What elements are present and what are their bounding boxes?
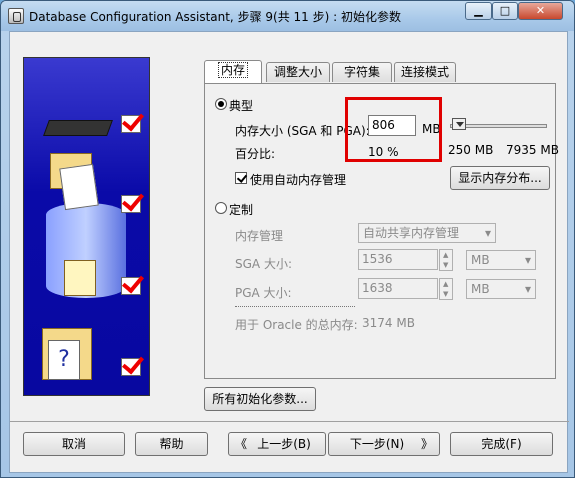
step-check-icon	[121, 358, 141, 376]
highlight-box	[345, 97, 442, 162]
sga-spinner[interactable]: ▲ ▼	[439, 249, 453, 271]
memory-management-select[interactable]: 自动共享内存管理	[358, 223, 496, 243]
auto-memory-label: 使用自动内存管理	[250, 173, 347, 187]
pga-size-label: PGA 大小:	[235, 286, 292, 300]
custom-radio[interactable]	[215, 202, 227, 214]
tab-connection-mode[interactable]: 连接模式	[394, 62, 456, 82]
title-bar[interactable]: Database Configuration Assistant, 步骤 9(共…	[1, 1, 574, 31]
chevron-left-icon: 《	[235, 437, 248, 451]
sga-size-input[interactable]: 1536	[358, 249, 438, 270]
memory-chip-icon	[43, 120, 113, 136]
tab-memory[interactable]: 内存	[204, 60, 262, 83]
chevron-right-icon: 》	[420, 437, 433, 451]
step-check-icon	[121, 195, 141, 213]
auto-memory-checkbox[interactable]	[235, 172, 247, 184]
typical-label: 典型	[229, 99, 254, 113]
cancel-button[interactable]: 取消	[23, 432, 125, 456]
help-button[interactable]: 帮助	[135, 432, 208, 456]
memory-slider[interactable]	[450, 118, 547, 134]
total-memory-label: 用于 Oracle 的总内存:	[235, 318, 358, 332]
step-check-icon	[121, 115, 141, 133]
sga-size-label: SGA 大小:	[235, 257, 292, 271]
percent-label: 百分比:	[235, 147, 276, 161]
wizard-illustration: ?	[23, 57, 150, 396]
close-button[interactable]: ✕	[518, 2, 563, 20]
finish-button[interactable]: 完成(F)	[450, 432, 553, 456]
pga-unit-select[interactable]: MB	[466, 279, 536, 299]
back-button[interactable]: 《 上一步(B)	[228, 432, 326, 456]
dialog-body: ? 内存 调整大小 字符集 连接模式 典型 内存大小 (SGA 和 PGA): …	[9, 31, 569, 473]
document-icon	[59, 163, 99, 211]
sga-unit-select[interactable]: MB	[466, 250, 536, 270]
show-memory-distribution-button[interactable]: 显示内存分布...	[450, 166, 550, 190]
pga-size-input[interactable]: 1638	[358, 278, 438, 299]
tab-sizing[interactable]: 调整大小	[266, 62, 330, 82]
question-icon: ?	[48, 340, 80, 380]
footer-separator	[10, 421, 569, 422]
custom-label: 定制	[229, 203, 254, 217]
typical-radio[interactable]	[215, 98, 227, 110]
window-title: Database Configuration Assistant, 步骤 9(共…	[29, 10, 401, 24]
slider-max-label: 7935 MB	[506, 143, 559, 157]
slider-min-label: 250 MB	[448, 143, 494, 157]
tab-character-sets[interactable]: 字符集	[332, 62, 392, 82]
minimize-button[interactable]: ▁	[465, 2, 492, 20]
memory-management-label: 内存管理	[235, 229, 284, 243]
divider	[235, 306, 355, 307]
back-label: 上一步(B)	[257, 437, 311, 451]
shapes-icon	[64, 260, 96, 296]
maximize-button[interactable]: □	[492, 2, 518, 20]
total-memory-value: 3174 MB	[362, 316, 415, 330]
next-button[interactable]: 下一步(N) 》	[328, 432, 440, 456]
app-icon	[8, 8, 24, 24]
dbca-window: Database Configuration Assistant, 步骤 9(共…	[0, 0, 575, 478]
all-init-params-button[interactable]: 所有初始化参数...	[204, 387, 316, 411]
step-check-icon	[121, 277, 141, 295]
pga-spinner[interactable]: ▲ ▼	[439, 278, 453, 300]
slider-thumb[interactable]	[452, 118, 466, 130]
next-label: 下一步(N)	[349, 437, 405, 451]
